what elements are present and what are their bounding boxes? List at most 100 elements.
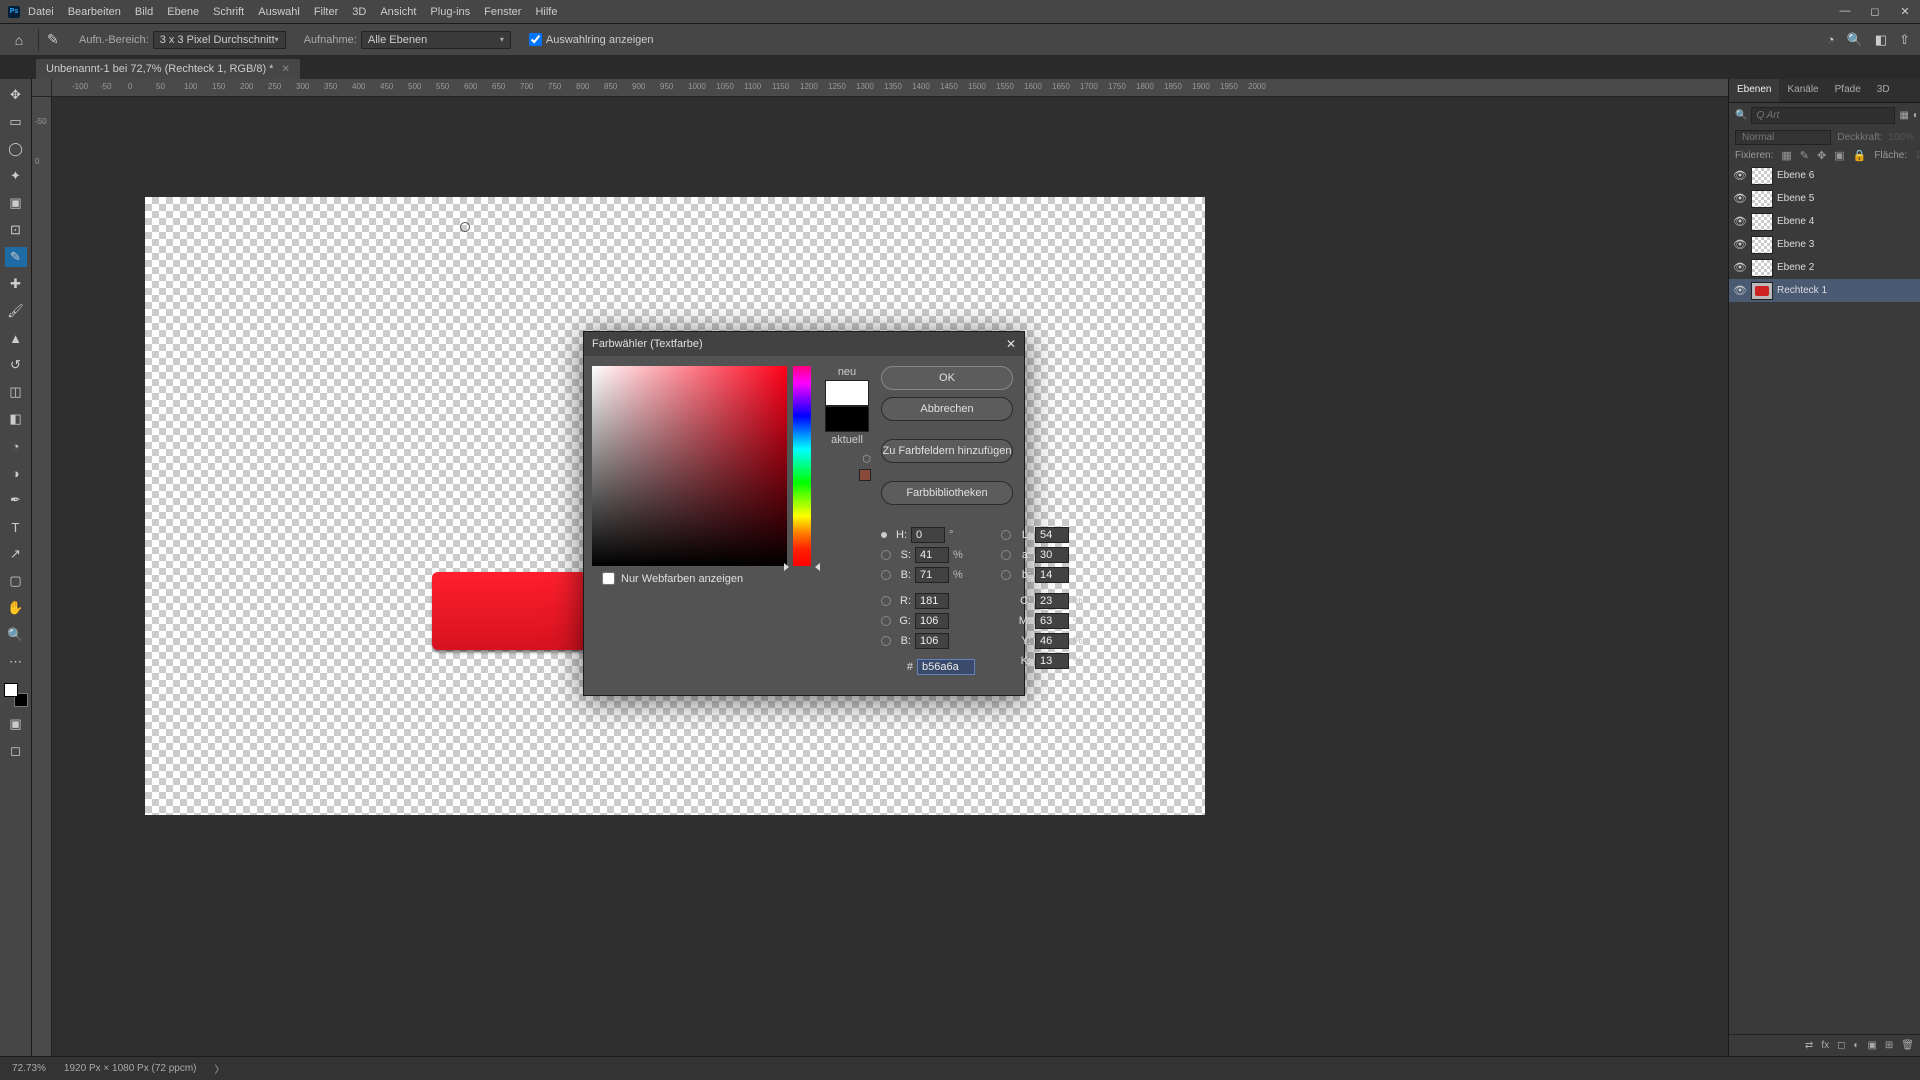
visibility-icon[interactable]: 👁 [1733,215,1747,228]
y-input[interactable] [1035,633,1069,649]
layer-row[interactable]: 👁 Ebene 3 [1729,233,1920,256]
filter-adjust-icon[interactable]: ◐ [1913,110,1919,121]
layer-name[interactable]: Rechteck 1 [1777,285,1827,296]
tab-3d[interactable]: 3D [1869,79,1898,102]
menu-auswahl[interactable]: Auswahl [258,6,300,18]
h-radio[interactable] [881,532,887,538]
dodge-tool-icon[interactable]: ◑ [5,463,27,483]
window-close-icon[interactable]: ✕ [1890,5,1920,18]
close-tab-icon[interactable]: ✕ [281,64,289,75]
dialog-close-icon[interactable]: ✕ [1006,337,1016,351]
a-radio[interactable] [1001,550,1011,560]
link-layers-icon[interactable]: ⇄ [1805,1040,1813,1051]
hand-tool-icon[interactable]: ✋ [5,598,27,618]
s-radio[interactable] [881,550,891,560]
heal-tool-icon[interactable]: ✚ [5,274,27,294]
lasso-tool-icon[interactable]: ◯ [5,139,27,159]
stamp-tool-icon[interactable]: ▲ [5,328,27,348]
sample-source-dropdown[interactable]: Alle Ebenen▾ [361,31,511,49]
edit-toolbar-icon[interactable]: ⋯ [5,652,27,672]
layer-thumbnail[interactable] [1751,167,1773,185]
gamut-warning-icon[interactable]: ⬡ [862,454,871,465]
b2-input[interactable] [1035,567,1069,583]
bv-radio[interactable] [881,570,891,580]
move-tool-icon[interactable]: ✥ [5,85,27,105]
gamut-color-swatch[interactable] [859,469,871,481]
layer-row[interactable]: 👁Ebene 4 [1729,210,1920,233]
group-icon[interactable]: ▣ [1867,1040,1876,1051]
color-libraries-button[interactable]: Farbbibliotheken [881,481,1013,505]
l-radio[interactable] [1001,530,1011,540]
layer-thumbnail[interactable] [1751,259,1773,277]
menu-ansicht[interactable]: Ansicht [380,6,416,18]
visibility-icon[interactable]: 👁 [1733,284,1747,297]
visibility-icon[interactable]: 👁 [1733,238,1747,251]
doc-info-chevron-icon[interactable]: 〉 [215,1061,225,1076]
web-colors-checkbox[interactable] [602,572,615,585]
zoom-tool-icon[interactable]: 🔍 [5,625,27,645]
layer-name[interactable]: Ebene 6 [1777,170,1814,181]
crop-tool-icon[interactable]: ▣ [5,193,27,213]
new-layer-icon[interactable]: ⊞ [1885,1040,1893,1051]
wand-tool-icon[interactable]: ✦ [5,166,27,186]
cancel-button[interactable]: Abbrechen [881,397,1013,421]
r-input[interactable] [915,593,949,609]
path-tool-icon[interactable]: ↗ [5,544,27,564]
eyedropper-tool-icon[interactable]: ✎ [47,31,69,48]
search-icon[interactable]: 🔍 [1735,110,1747,121]
layer-name[interactable]: Ebene 5 [1777,193,1814,204]
layer-name[interactable]: Ebene 2 [1777,262,1814,273]
type-tool-icon[interactable]: T [5,517,27,537]
adjustment-layer-icon[interactable]: ◐ [1853,1040,1859,1051]
rectangle-tool-icon[interactable]: ▢ [5,571,27,591]
marquee-tool-icon[interactable]: ▭ [5,112,27,132]
g-radio[interactable] [881,616,891,626]
pen-tool-icon[interactable]: ✒ [5,490,27,510]
window-minimize-icon[interactable]: — [1830,5,1860,18]
show-ring-checkbox[interactable] [529,33,542,46]
s-input[interactable] [915,547,949,563]
menu-fenster[interactable]: Fenster [484,6,521,18]
visibility-icon[interactable]: 👁 [1733,261,1747,274]
tab-ebenen[interactable]: Ebenen [1729,79,1779,102]
ok-button[interactable]: OK [881,366,1013,390]
menu-ebene[interactable]: Ebene [167,6,199,18]
lock-transparency-icon[interactable]: ▦ [1781,149,1791,162]
workspace-icon[interactable]: ◧ [1875,32,1887,48]
cloud-docs-icon[interactable]: ◔ [1827,32,1835,48]
h-input[interactable] [911,527,945,543]
tab-kanaele[interactable]: Kanäle [1779,79,1826,102]
layer-filter-input[interactable] [1751,107,1895,124]
history-brush-icon[interactable]: ↺ [5,355,27,375]
search-icon[interactable]: 🔍 [1847,32,1863,48]
layer-row[interactable]: 👁 Ebene 2 [1729,256,1920,279]
layer-row[interactable]: 👁Ebene 6 [1729,164,1920,187]
menu-datei[interactable]: Datei [28,6,54,18]
saturation-value-field[interactable] [592,366,787,566]
delete-layer-icon[interactable]: 🗑 [1901,1040,1914,1051]
m-input[interactable] [1035,613,1069,629]
sample-size-dropdown[interactable]: 3 x 3 Pixel Durchschnitt▾ [153,31,286,49]
blend-mode-dropdown[interactable]: Normal [1735,130,1831,145]
layer-name[interactable]: Ebene 3 [1777,239,1814,250]
layer-row[interactable]: 👁 Rechteck 1 [1729,279,1920,302]
l-input[interactable] [1035,527,1069,543]
current-color-swatch[interactable] [825,406,869,432]
layer-style-icon[interactable]: fx [1821,1040,1829,1051]
c-input[interactable] [1035,593,1069,609]
bb-radio[interactable] [881,636,891,646]
filter-image-icon[interactable]: ▦ [1899,110,1908,121]
layer-thumbnail[interactable] [1751,236,1773,254]
fill-value[interactable]: 100% [1915,150,1920,161]
menu-3d[interactable]: 3D [352,6,366,18]
lock-all-icon[interactable]: 🔒 [1853,149,1867,162]
add-swatch-button[interactable]: Zu Farbfeldern hinzufügen [881,439,1013,463]
r-radio[interactable] [881,596,891,606]
layer-row[interactable]: 👁Ebene 5 [1729,187,1920,210]
menu-hilfe[interactable]: Hilfe [535,6,557,18]
k-input[interactable] [1035,653,1069,669]
b2-radio[interactable] [1001,570,1011,580]
bb-input[interactable] [915,633,949,649]
document-tab[interactable]: Unbenannt-1 bei 72,7% (Rechteck 1, RGB/8… [36,59,300,79]
share-icon[interactable]: ⇧ [1899,32,1910,48]
